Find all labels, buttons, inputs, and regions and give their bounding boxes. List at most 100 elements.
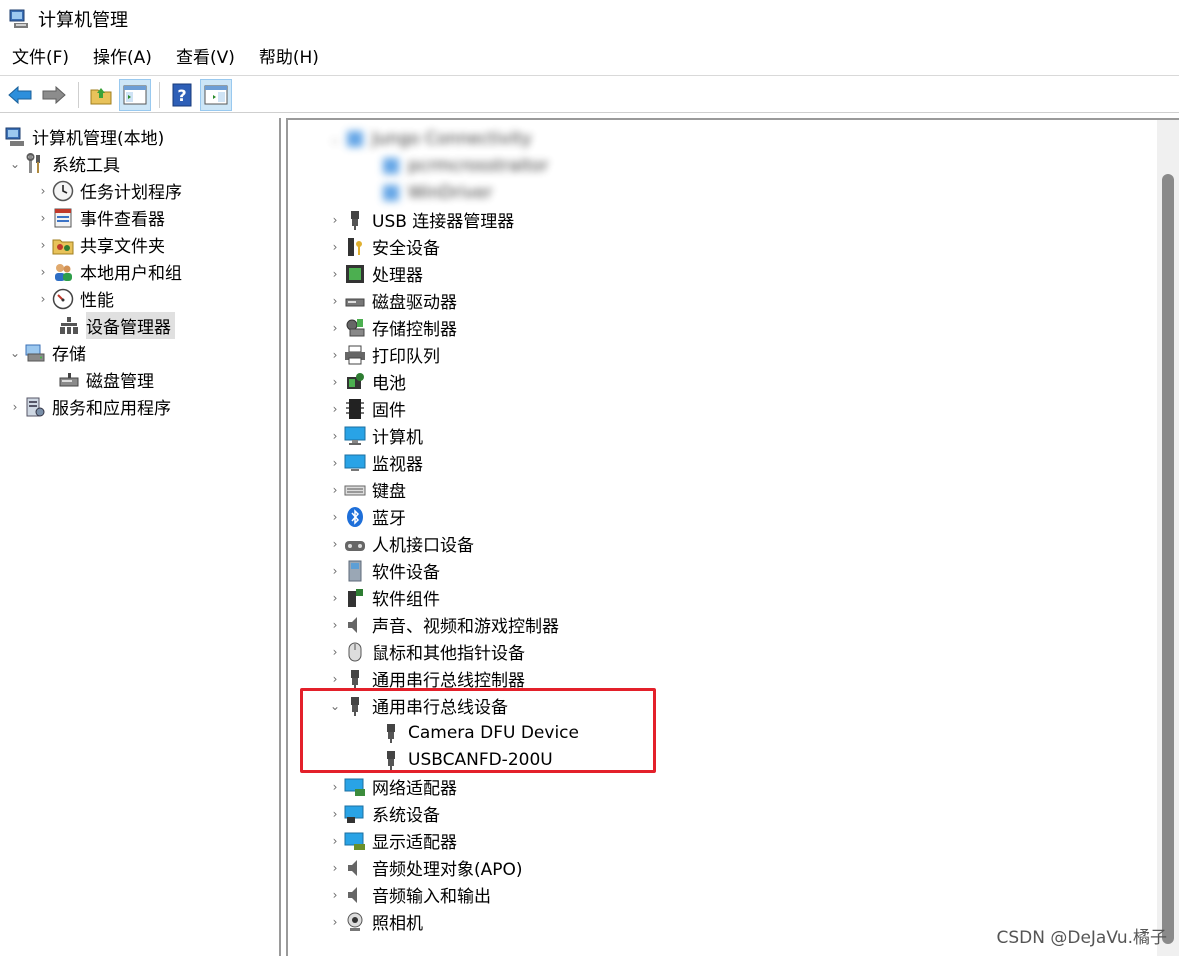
chevron-right-icon[interactable]: › bbox=[326, 341, 344, 368]
chevron-right-icon[interactable]: › bbox=[34, 177, 52, 204]
device-category-display-adapters[interactable]: › 显示适配器 bbox=[326, 827, 457, 854]
chevron-right-icon[interactable]: › bbox=[326, 611, 344, 638]
device-category-keyboards[interactable]: › 键盘 bbox=[326, 476, 406, 503]
title-bar: 计算机管理 bbox=[0, 0, 1179, 38]
battery-icon bbox=[344, 371, 366, 393]
tree-item-root[interactable]: 计算机管理(本地) bbox=[4, 123, 164, 150]
menu-view[interactable]: 查看(V) bbox=[164, 40, 247, 76]
help-button[interactable]: ? bbox=[166, 79, 198, 111]
scrollbar-thumb[interactable] bbox=[1162, 174, 1174, 944]
forward-button[interactable] bbox=[38, 79, 70, 111]
chevron-right-icon[interactable]: › bbox=[326, 773, 344, 800]
tree-item-local-users[interactable]: › 本地用户和组 bbox=[34, 258, 182, 285]
chevron-right-icon[interactable]: › bbox=[326, 584, 344, 611]
device-category-sound[interactable]: › 声音、视频和游戏控制器 bbox=[326, 611, 559, 638]
device-category-cameras[interactable]: › 照相机 bbox=[326, 908, 423, 935]
chevron-right-icon[interactable]: › bbox=[34, 231, 52, 258]
device-category-audio-io[interactable]: › 音频输入和输出 bbox=[326, 881, 491, 908]
chevron-right-icon[interactable]: › bbox=[326, 530, 344, 557]
menu-action[interactable]: 操作(A) bbox=[81, 40, 164, 76]
device-category-system-devices[interactable]: › 系统设备 bbox=[326, 800, 440, 827]
device-item-usbcanfd[interactable]: USBCANFD-200U bbox=[380, 746, 553, 773]
usb-plug-icon bbox=[344, 695, 366, 717]
chevron-right-icon[interactable]: › bbox=[326, 800, 344, 827]
chevron-right-icon[interactable]: › bbox=[326, 476, 344, 503]
device-category-bluetooth[interactable]: › 蓝牙 bbox=[326, 503, 406, 530]
device-category-apo[interactable]: › 音频处理对象(APO) bbox=[326, 854, 523, 881]
device-item-blurred[interactable]: WinDriver bbox=[380, 179, 492, 206]
printer-icon bbox=[344, 344, 366, 366]
device-category-storage-controllers[interactable]: › 存储控制器 bbox=[326, 314, 457, 341]
menu-help[interactable]: 帮助(H) bbox=[247, 40, 331, 76]
tree-item-task-scheduler[interactable]: › 任务计划程序 bbox=[34, 177, 182, 204]
chevron-right-icon[interactable]: › bbox=[326, 287, 344, 314]
device-category-monitors[interactable]: › 监视器 bbox=[326, 449, 423, 476]
back-button[interactable] bbox=[4, 79, 36, 111]
chevron-right-icon[interactable]: › bbox=[326, 827, 344, 854]
device-label: Jungo Connectivity bbox=[372, 128, 532, 149]
device-category-computer[interactable]: › 计算机 bbox=[326, 422, 423, 449]
device-category-usb-controllers[interactable]: › 通用串行总线控制器 bbox=[326, 665, 525, 692]
vertical-scrollbar[interactable] bbox=[1157, 120, 1179, 956]
chevron-right-icon[interactable]: › bbox=[326, 638, 344, 665]
chevron-right-icon[interactable]: › bbox=[326, 395, 344, 422]
chevron-right-icon[interactable]: › bbox=[326, 368, 344, 395]
tree-item-storage[interactable]: ⌄ 存储 bbox=[6, 339, 86, 366]
chevron-right-icon[interactable]: › bbox=[6, 393, 24, 420]
keyboard-icon bbox=[344, 479, 366, 501]
chevron-right-icon[interactable]: › bbox=[326, 503, 344, 530]
show-hide-tree-button[interactable] bbox=[119, 78, 151, 111]
tree-item-event-viewer[interactable]: › 事件查看器 bbox=[34, 204, 165, 231]
tree-item-shared-folders[interactable]: › 共享文件夹 bbox=[34, 231, 165, 258]
chevron-right-icon[interactable]: › bbox=[34, 285, 52, 312]
chevron-right-icon[interactable]: › bbox=[326, 449, 344, 476]
device-category-hid[interactable]: › 人机接口设备 bbox=[326, 530, 474, 557]
device-item-blurred[interactable]: pcrmcrosstraitor bbox=[380, 152, 548, 179]
tree-item-disk-management[interactable]: 磁盘管理 bbox=[52, 366, 154, 393]
device-category-print-queues[interactable]: › 打印队列 bbox=[326, 341, 440, 368]
device-category-firmware[interactable]: › 固件 bbox=[326, 395, 406, 422]
device-category-label: 软件设备 bbox=[372, 563, 440, 583]
tree-item-label: 事件查看器 bbox=[80, 210, 165, 230]
bluetooth-icon bbox=[344, 506, 366, 528]
chevron-right-icon[interactable]: › bbox=[326, 233, 344, 260]
device-category-software-devices[interactable]: › 软件设备 bbox=[326, 557, 440, 584]
device-category-usb-connector-manager[interactable]: › USB 连接器管理器 bbox=[326, 206, 514, 233]
chevron-down-icon[interactable]: ⌄ bbox=[6, 339, 24, 366]
chevron-right-icon[interactable]: › bbox=[326, 422, 344, 449]
chevron-down-icon[interactable]: ⌄ bbox=[326, 125, 344, 152]
device-label: pcrmcrosstraitor bbox=[408, 155, 549, 176]
chevron-right-icon[interactable]: › bbox=[34, 204, 52, 231]
chevron-right-icon[interactable]: › bbox=[34, 258, 52, 285]
device-category-mice[interactable]: › 鼠标和其他指针设备 bbox=[326, 638, 525, 665]
device-category-blurred[interactable]: ⌄ Jungo Connectivity bbox=[326, 125, 532, 152]
chevron-right-icon[interactable]: › bbox=[326, 260, 344, 287]
chevron-right-icon[interactable]: › bbox=[326, 557, 344, 584]
processor-icon bbox=[344, 263, 366, 285]
device-category-network-adapters[interactable]: › 网络适配器 bbox=[326, 773, 457, 800]
device-category-label: 鼠标和其他指针设备 bbox=[372, 644, 525, 664]
device-category-software-components[interactable]: › 软件组件 bbox=[326, 584, 440, 611]
device-category-security[interactable]: › 安全设备 bbox=[326, 233, 440, 260]
device-category-disk-drives[interactable]: › 磁盘驱动器 bbox=[326, 287, 457, 314]
chevron-right-icon[interactable]: › bbox=[326, 314, 344, 341]
tree-item-device-manager[interactable]: 设备管理器 bbox=[52, 312, 175, 339]
chevron-right-icon[interactable]: › bbox=[326, 854, 344, 881]
up-button[interactable] bbox=[85, 79, 117, 111]
chevron-right-icon[interactable]: › bbox=[326, 881, 344, 908]
device-category-processor[interactable]: › 处理器 bbox=[326, 260, 423, 287]
device-item-camera-dfu[interactable]: Camera DFU Device bbox=[380, 719, 579, 746]
chevron-right-icon[interactable]: › bbox=[326, 206, 344, 233]
tree-item-performance[interactable]: › 性能 bbox=[34, 285, 114, 312]
chevron-right-icon[interactable]: › bbox=[326, 665, 344, 692]
show-hide-action-button[interactable] bbox=[200, 78, 232, 111]
chevron-right-icon[interactable]: › bbox=[326, 908, 344, 935]
chevron-down-icon[interactable]: ⌄ bbox=[6, 150, 24, 177]
tree-item-system-tools[interactable]: ⌄ 系统工具 bbox=[6, 150, 120, 177]
tree-item-services-apps[interactable]: › 服务和应用程序 bbox=[6, 393, 171, 420]
device-category-usb-devices[interactable]: ⌄ 通用串行总线设备 bbox=[326, 692, 508, 719]
chevron-down-icon[interactable]: ⌄ bbox=[326, 692, 344, 719]
device-category-battery[interactable]: › 电池 bbox=[326, 368, 406, 395]
menu-file[interactable]: 文件(F) bbox=[0, 40, 81, 76]
device-category-label: 网络适配器 bbox=[372, 779, 457, 799]
